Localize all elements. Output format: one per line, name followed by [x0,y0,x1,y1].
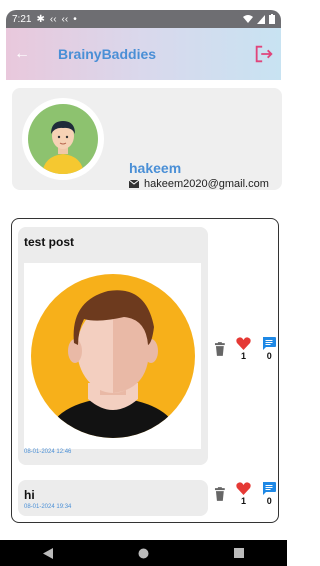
system-nav-bar [0,540,287,566]
avatar[interactable] [28,104,98,174]
post-title: test post [24,235,75,249]
email-row: hakeem2020@gmail.com [129,178,269,190]
app-title: BrainyBaddies [58,46,157,62]
profile-username: hakeem [129,160,182,176]
comment-group[interactable]: 0 [261,337,277,361]
profile-card: hakeem hakeem2020@gmail.com [12,88,282,190]
avatar-image [28,104,98,174]
settings-icon: ✱ [36,13,45,25]
post-actions: 1 0 [211,337,277,361]
post-title: hi [24,488,35,502]
delete-icon[interactable] [214,342,226,356]
like-count: 1 [241,496,247,506]
wifi-icon [243,14,253,23]
comment-icon[interactable] [262,482,277,495]
mail-icon [129,180,139,188]
posts-list: test post 08-01-2024 12:46 1 0 hi 08-01-… [11,218,279,523]
status-left: 7:21 ✱ ‹‹ ‹‹ • [12,14,77,25]
post-actions: 1 0 [211,482,277,506]
heart-icon[interactable] [236,482,251,495]
nav-back-button[interactable] [38,546,58,560]
like-group[interactable]: 1 [236,482,252,506]
comment-count: 0 [266,496,272,506]
like-group[interactable]: 1 [236,337,252,361]
comment-count: 0 [266,351,272,361]
heart-icon[interactable] [236,337,251,350]
post-image-illustration [30,274,195,438]
comment-icon[interactable] [262,337,277,350]
post-card[interactable]: test post 08-01-2024 12:46 [18,227,208,465]
delete-icon[interactable] [214,487,226,501]
post-date: 08-01-2024 19:34 [24,504,72,510]
circle-home-icon [138,548,149,558]
app-bar: ← BrainyBaddies [6,28,281,80]
avatar-frame [22,98,104,180]
nav-recents-button[interactable] [229,546,249,560]
chevron-left-icon: ‹‹ [61,13,69,25]
post-image[interactable] [24,263,201,449]
profile-email: hakeem2020@gmail.com [144,178,269,190]
nav-home-button[interactable] [133,546,153,560]
signal-icon [257,14,265,24]
logout-icon[interactable] [253,43,275,65]
post-date: 08-01-2024 12:46 [24,449,72,455]
post-card[interactable]: hi 08-01-2024 19:34 [18,480,208,516]
square-recents-icon [234,548,245,558]
status-time: 7:21 [12,13,32,25]
back-arrow-icon[interactable]: ← [14,45,44,63]
comment-group[interactable]: 0 [261,482,277,506]
triangle-back-icon [42,547,53,559]
status-bar: 7:21 ✱ ‹‹ ‹‹ • [6,10,281,28]
like-count: 1 [241,351,247,361]
battery-icon [269,14,275,24]
status-right [243,14,275,24]
chevron-left-icon: ‹‹ [49,13,57,25]
status-dot: • [73,13,77,25]
